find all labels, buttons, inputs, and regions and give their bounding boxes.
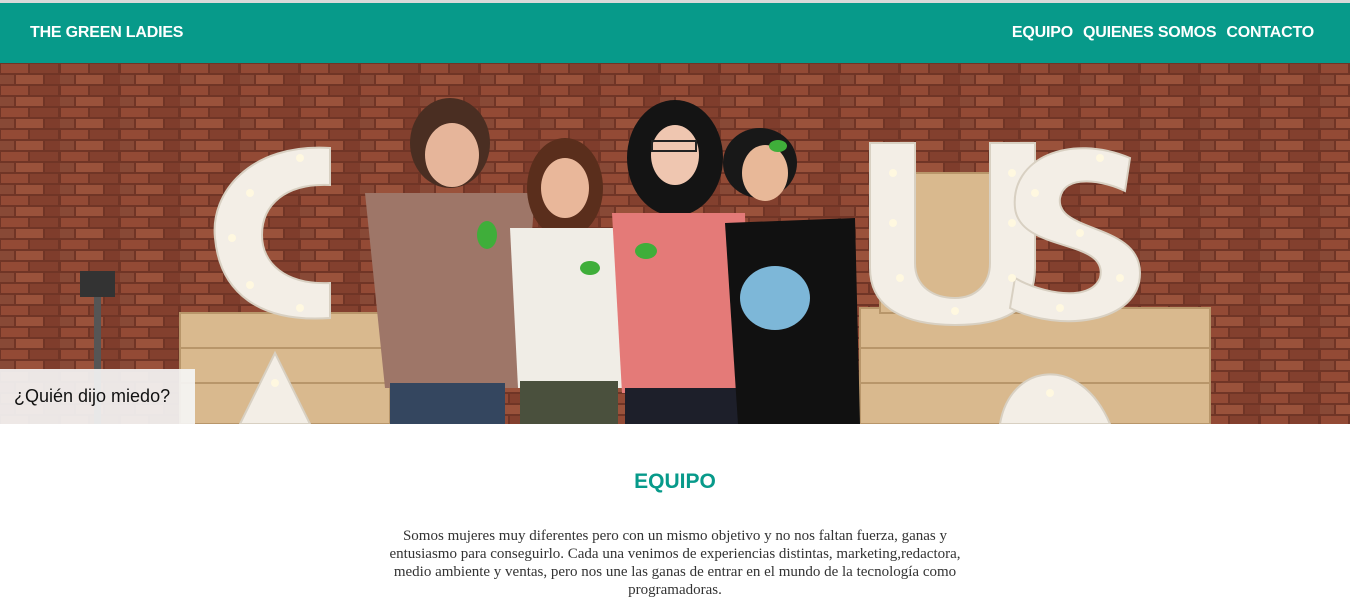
section-title: EQUIPO — [634, 470, 716, 493]
nav-link-contacto[interactable]: CONTACTO — [1226, 24, 1314, 42]
section-description: Somos mujeres muy diferentes pero con un… — [389, 528, 961, 598]
nav-link-quienes-somos[interactable]: QUIENES SOMOS — [1083, 24, 1217, 42]
hero-photo — [0, 63, 1350, 424]
hero-caption: ¿Quién dijo miedo? — [0, 369, 195, 424]
brand-link[interactable]: THE GREEN LADIES — [30, 24, 183, 42]
hero-banner: ¿Quién dijo miedo? — [0, 63, 1350, 424]
nav-links: EQUIPO QUIENES SOMOS CONTACTO — [1012, 24, 1314, 42]
team-section: EQUIPO Somos mujeres muy diferentes pero… — [0, 470, 1350, 599]
nav-link-equipo[interactable]: EQUIPO — [1012, 24, 1073, 42]
navbar: THE GREEN LADIES EQUIPO QUIENES SOMOS CO… — [0, 3, 1350, 63]
